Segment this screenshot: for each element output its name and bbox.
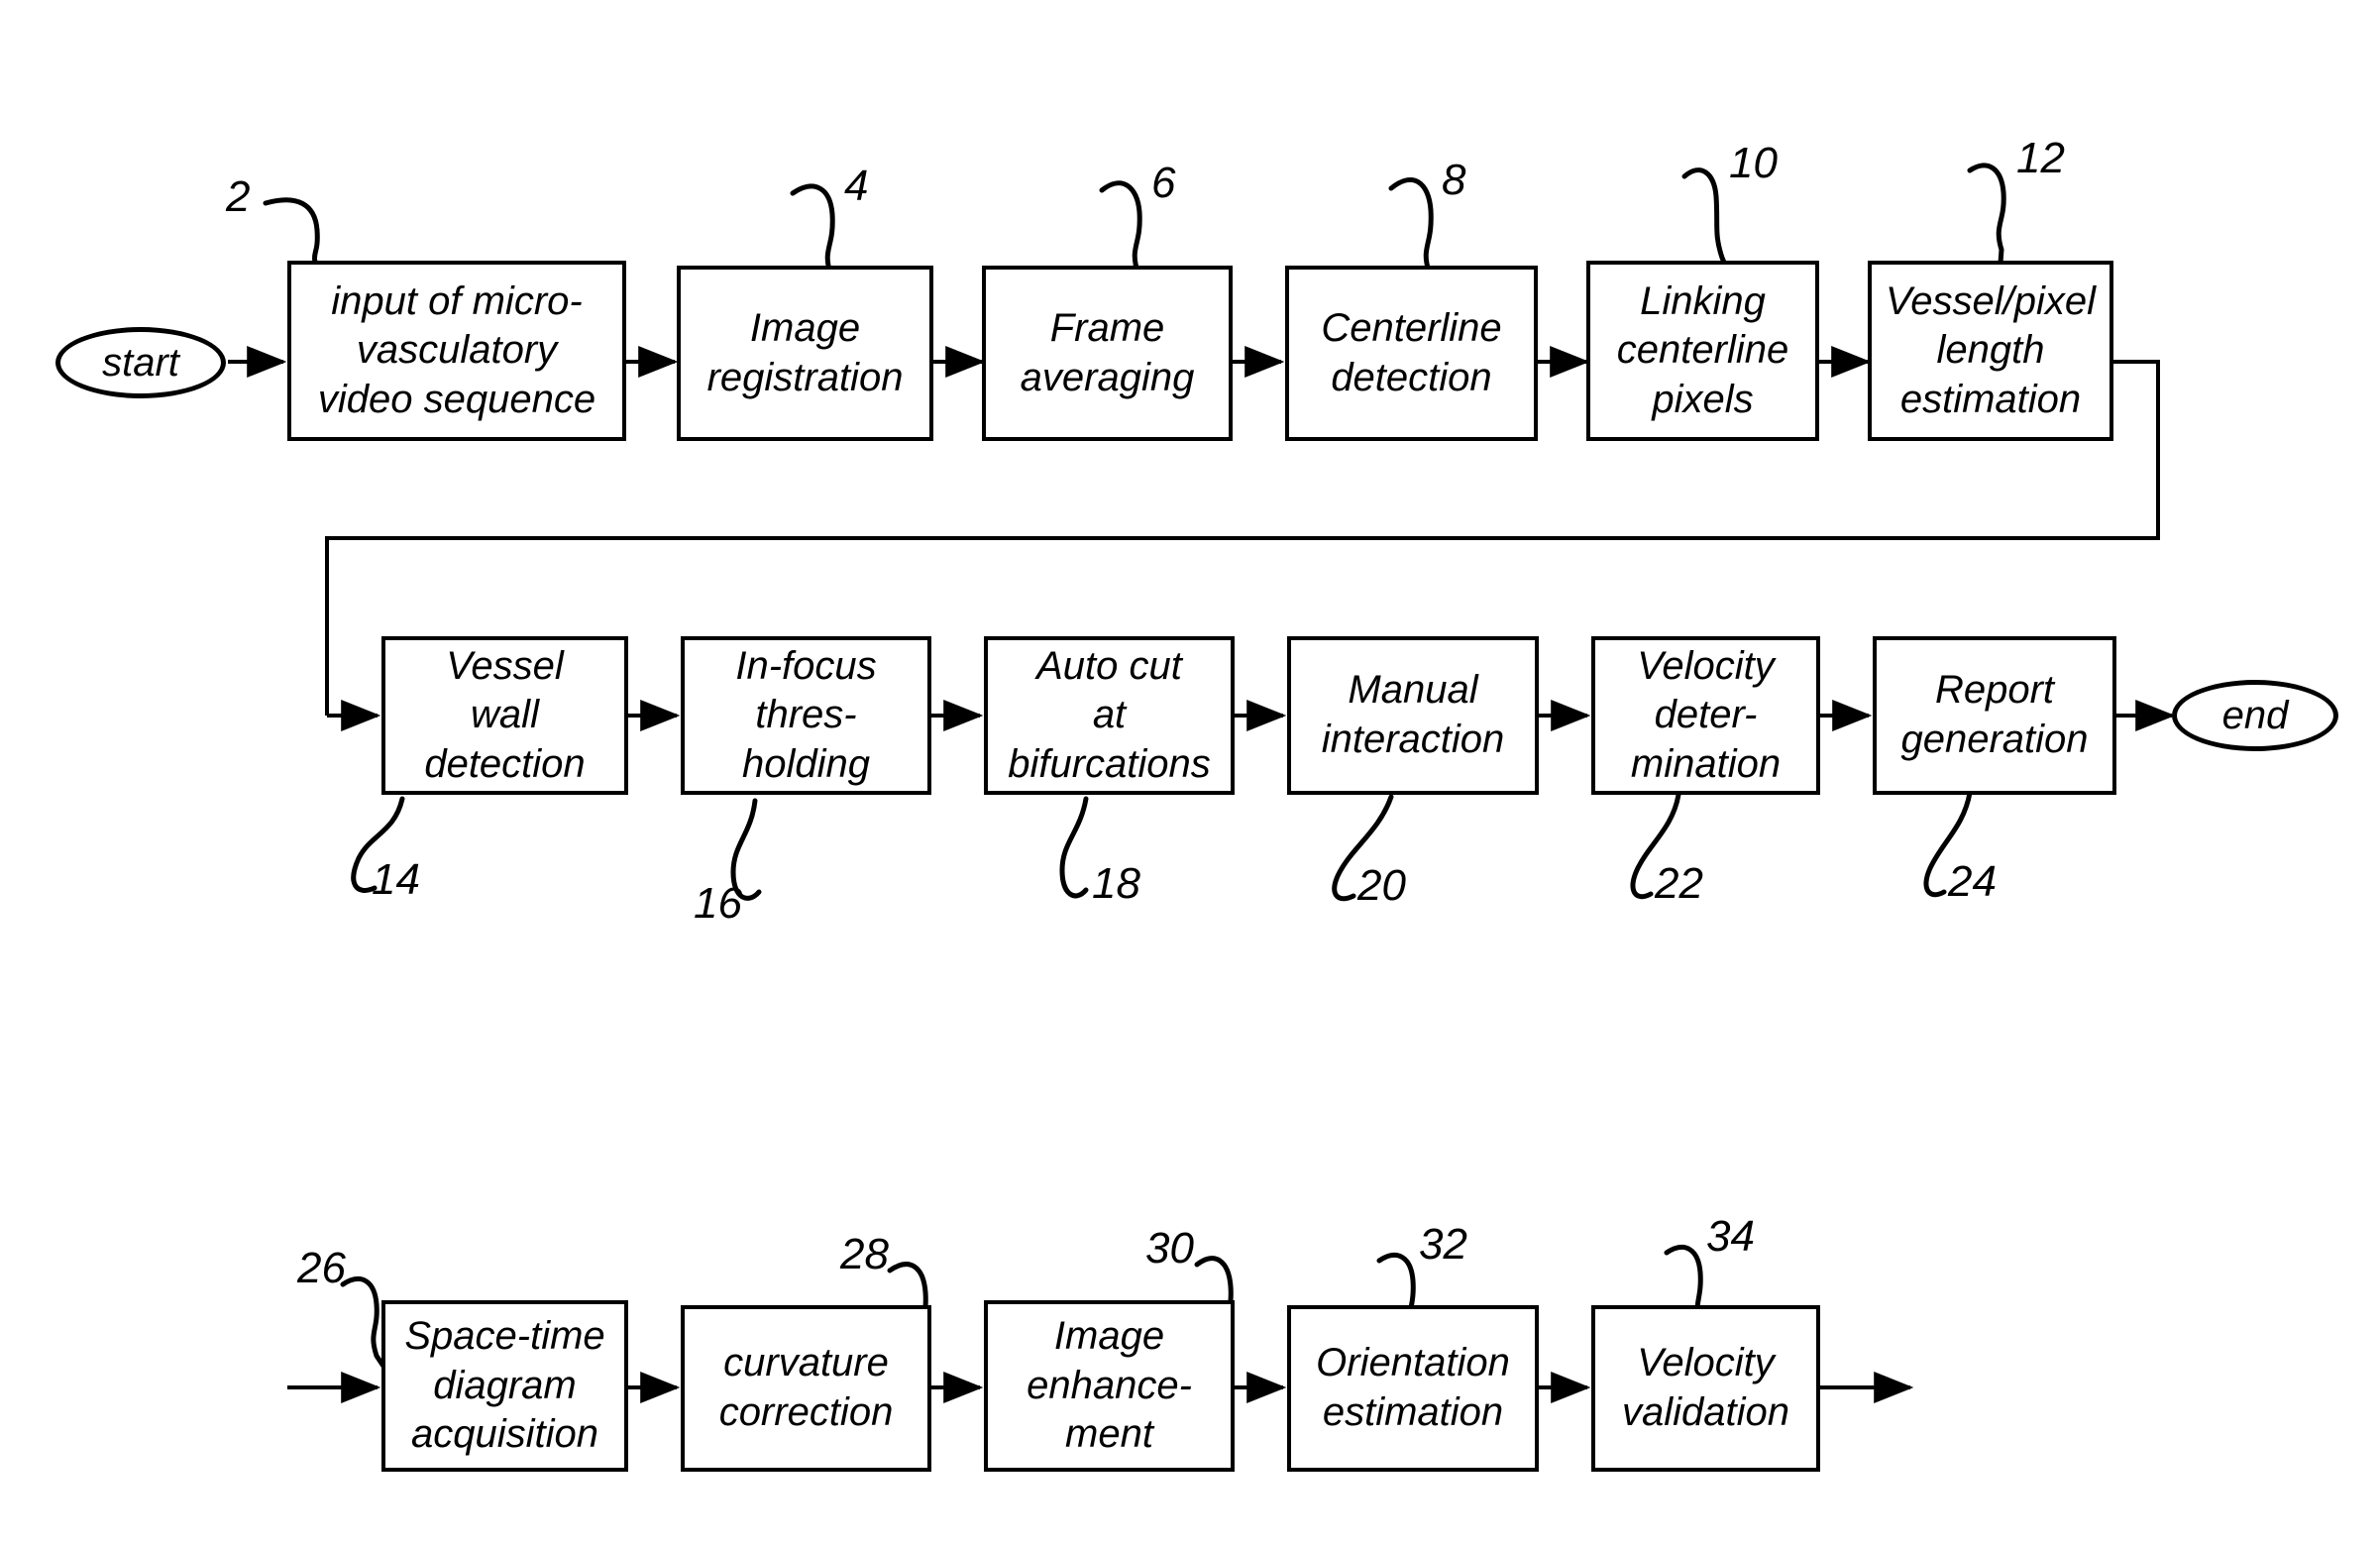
refnum-12: 12 (2016, 134, 2065, 182)
refnum-14: 14 (372, 855, 420, 904)
refnum-2: 2 (226, 172, 251, 221)
refnum-26: 26 (297, 1244, 346, 1292)
node-orientation-estimation[interactable]: Orientation estimation (1287, 1305, 1539, 1472)
node-curvature-correction[interactable]: curvature correction (681, 1305, 931, 1472)
terminal-end: end (2172, 680, 2338, 751)
node-image-registration[interactable]: Image registration (677, 266, 933, 441)
node-frame-averaging[interactable]: Frame averaging (982, 266, 1233, 441)
terminal-start-label: start (102, 340, 179, 385)
figure-canvas: start end input of micro- vasculatory vi… (0, 0, 2380, 1549)
node-velocity-validation[interactable]: Velocity validation (1591, 1305, 1820, 1472)
node-in-focus-thresholding[interactable]: In-focus thres- holding (681, 636, 931, 795)
refnum-30: 30 (1145, 1224, 1194, 1272)
node-centerline-detection[interactable]: Centerline detection (1285, 266, 1538, 441)
refnum-6: 6 (1151, 159, 1176, 207)
node-vessel-pixel-length-estimation[interactable]: Vessel/pixel length estimation (1868, 261, 2113, 441)
refnum-34: 34 (1706, 1212, 1755, 1261)
node-manual-interaction[interactable]: Manual interaction (1287, 636, 1539, 795)
refnum-24: 24 (1948, 857, 1997, 906)
refnum-16: 16 (694, 879, 742, 928)
refnum-8: 8 (1442, 156, 1466, 204)
node-auto-cut-at-bifurcations[interactable]: Auto cut at bifurcations (984, 636, 1235, 795)
refnum-18: 18 (1092, 859, 1140, 908)
leader-12 (1967, 163, 2006, 278)
refnum-22: 22 (1655, 859, 1703, 908)
node-report-generation[interactable]: Report generation (1873, 636, 2116, 795)
node-velocity-determination[interactable]: Velocity deter- mination (1591, 636, 1820, 795)
leader-26 (340, 1276, 387, 1371)
refnum-4: 4 (844, 162, 869, 210)
refnum-28: 28 (840, 1230, 889, 1278)
node-image-enhancement[interactable]: Image enhance- ment (984, 1300, 1235, 1472)
refnum-10: 10 (1729, 139, 1778, 187)
terminal-end-label: end (2221, 693, 2289, 737)
refnum-32: 32 (1419, 1220, 1467, 1269)
node-vessel-wall-detection[interactable]: Vessel wall detection (381, 636, 628, 795)
node-linking-centerline-pixels[interactable]: Linking centerline pixels (1586, 261, 1819, 441)
node-input-of-microvasculatory-video-sequence[interactable]: input of micro- vasculatory video sequen… (287, 261, 626, 441)
leader-18 (1059, 796, 1089, 899)
node-space-time-diagram-acquisition[interactable]: Space-time diagram acquisition (381, 1300, 628, 1472)
terminal-start: start (55, 327, 226, 398)
refnum-20: 20 (1357, 861, 1406, 910)
